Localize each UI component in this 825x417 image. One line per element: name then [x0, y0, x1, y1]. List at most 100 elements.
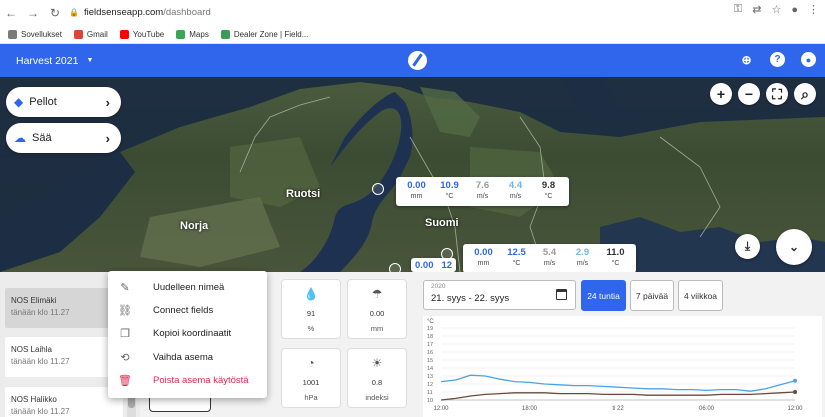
menu-item-link[interactable]: ⛓ Connect fields — [108, 299, 267, 322]
reload-icon[interactable]: ↻ — [44, 6, 66, 20]
menu-item-label: Vaihda asema — [153, 351, 214, 363]
download-icon: ⤓ — [744, 239, 751, 253]
profile-icon[interactable]: ● — [791, 4, 798, 16]
chart-y-tick: 12 — [427, 382, 433, 388]
station-updated: tänään klo 11.27 — [11, 357, 70, 366]
weather-card[interactable]: 0.00 mm 10.9 °C 7.6 m/s 4.4 m/s 9.8 °C — [396, 177, 569, 206]
menu-item-copy[interactable]: ❐ Kopioi koordinaatit — [108, 322, 267, 345]
weather-cell: 12.5 °C — [500, 244, 533, 272]
weather-unit: m/s — [509, 193, 522, 200]
bookmark-favicon — [119, 29, 129, 39]
menu-item-swap[interactable]: ⟲ Vaihda asema — [108, 346, 267, 369]
bookmark-item[interactable]: Maps — [176, 29, 209, 39]
station-updated: tänään klo 11.27 — [11, 308, 70, 317]
chevron-right-icon: › — [105, 94, 110, 110]
bookmark-item[interactable]: YouTube — [119, 29, 164, 39]
range-7d-button[interactable]: 7 päivää — [630, 280, 674, 311]
globe-icon[interactable]: ⊕ — [739, 52, 754, 67]
bookmarks-bar: Sovellukset Gmail YouTube Maps Dealer Zone |… — [0, 25, 825, 44]
fieldsense-logo[interactable] — [408, 51, 427, 70]
back-icon[interactable]: ← — [0, 6, 22, 20]
weather-value: 4.4 — [508, 180, 523, 191]
menu-item-label: Kopioi koordinaatit — [153, 328, 232, 340]
forward-icon[interactable]: → — [22, 6, 44, 20]
chart-series-endpoint-1 — [793, 390, 797, 394]
menu-icon[interactable]: ⋮ — [808, 3, 819, 16]
weather-card-partial-value: 0.00 — [415, 260, 434, 271]
map-view[interactable]: ◆ Pellot › ☁ Sää › Ruotsi Norja Suomi + … — [0, 77, 825, 272]
bookmark-item[interactable]: Gmail — [73, 29, 108, 39]
weather-value: 5.4 — [542, 247, 557, 258]
chart-y-tick: 10 — [427, 398, 433, 404]
station-marker[interactable] — [372, 183, 384, 195]
zoom-out-button[interactable]: − — [738, 83, 760, 105]
rain-cloud-icon: ☂ — [371, 287, 383, 301]
menu-item-label: Uudelleen nimeä — [153, 282, 225, 293]
edit-icon: ✎ — [120, 282, 130, 294]
temperature-chart[interactable]: °C1918171615141312111012:00 18:00 ti 22 06:… — [423, 316, 822, 417]
bookmark-item[interactable]: Dealer Zone | Field... — [220, 29, 308, 39]
menu-item-edit[interactable]: ✎ Uudelleen nimeä — [108, 276, 267, 299]
search-icon[interactable]: ⌕ — [794, 83, 816, 105]
station-list-item[interactable]: NOS Laihla tänään klo 11.27 — [5, 337, 123, 377]
bookmark-favicon — [8, 29, 17, 39]
download-button[interactable]: ⤓ — [735, 234, 760, 259]
collapse-button[interactable]: ⌄ — [776, 229, 812, 265]
bookmark-item[interactable]: Sovellukset — [8, 29, 62, 39]
weather-value: 12.5 — [507, 247, 526, 258]
weather-unit: °C — [445, 193, 454, 200]
weather-cell: 2.9 m/s — [566, 244, 599, 272]
weather-unit: m/s — [476, 193, 489, 200]
uv-value: 0.8 — [371, 378, 383, 387]
station-list-item[interactable]: NOS Halikko tänään klo 11.27 — [5, 387, 123, 417]
weather-value: 9.8 — [541, 180, 556, 191]
menu-item-delete[interactable]: 🗑 Poista asema käytöstä — [108, 369, 267, 392]
zoom-in-button[interactable]: + — [710, 83, 732, 105]
weather-value: 7.6 — [475, 180, 490, 191]
lock-icon: 🔒 — [69, 8, 79, 17]
url-path: /dashboard — [163, 7, 211, 18]
range-4w-button[interactable]: 4 viikkoa — [678, 280, 723, 311]
station-marker[interactable] — [389, 263, 401, 272]
uv-unit: indeksi — [365, 393, 389, 402]
star-icon[interactable]: ☆ — [771, 3, 781, 16]
chart-y-tick: 14 — [427, 366, 433, 372]
menu-item-label: Connect fields — [153, 305, 214, 317]
browser-toolbar: ← → ↻ 🔒 fieldsenseapp.com/dashboard ⚿ ⇄ … — [0, 0, 825, 25]
calendar-icon[interactable] — [556, 289, 567, 300]
weather-unit: °C — [611, 260, 620, 267]
station-list-item[interactable]: NOS Elimäki tänään klo 11.27 — [5, 288, 123, 328]
uv-tile: ☀ 0.8 indeksi — [347, 348, 407, 408]
weather-card-partial[interactable]: 0.00 12 — [411, 258, 457, 272]
fullscreen-icon[interactable]: ⛶ — [766, 83, 788, 105]
season-selector[interactable]: Harvest 2021 ▼ — [16, 55, 93, 67]
url-host: fieldsenseapp.com — [83, 7, 164, 18]
chart-y-tick: 11 — [427, 390, 433, 396]
chart-y-tick: 19 — [427, 326, 433, 332]
link-icon: ⛓ — [118, 305, 132, 318]
weather-value: 0.00 — [474, 247, 493, 258]
weather-unit: °C — [512, 260, 521, 267]
app-header: Harvest 2021 ▼ ⊕ ? ● — [0, 44, 825, 77]
url-text: fieldsenseapp.com/dashboard — [84, 7, 211, 18]
map-layer-weather[interactable]: ☁ Sää › — [6, 123, 121, 153]
account-icon[interactable]: ● — [801, 52, 816, 67]
menu-item-label: Poista asema käytöstä — [153, 374, 249, 386]
address-bar[interactable]: 🔒 fieldsenseapp.com/dashboard — [69, 3, 717, 22]
weather-cell: 11.0 °C — [599, 244, 632, 272]
help-icon[interactable]: ? — [770, 52, 785, 67]
pressure-unit: hPa — [304, 393, 318, 402]
key-icon[interactable]: ⚿ — [734, 3, 742, 16]
rain-unit: mm — [370, 324, 384, 333]
weather-unit: m/s — [576, 260, 589, 267]
date-range-text: 21. syys - 22. syys — [431, 293, 510, 304]
bookmark-favicon — [73, 29, 83, 39]
date-range-picker[interactable]: 2020 21. syys - 22. syys — [423, 280, 576, 310]
sun-icon: ☀ — [371, 356, 383, 370]
weather-card[interactable]: 0.00 mm 12.5 °C 5.4 m/s 2.9 m/s 11.0 °C — [463, 244, 636, 272]
map-layer-fields[interactable]: ◆ Pellot › — [6, 87, 121, 117]
header-actions: ⊕ ? ● — [739, 52, 816, 67]
range-24h-button[interactable]: 24 tuntia — [581, 280, 626, 311]
translate-icon[interactable]: ⇄ — [752, 3, 761, 16]
humidity-value: 91 — [306, 309, 316, 318]
